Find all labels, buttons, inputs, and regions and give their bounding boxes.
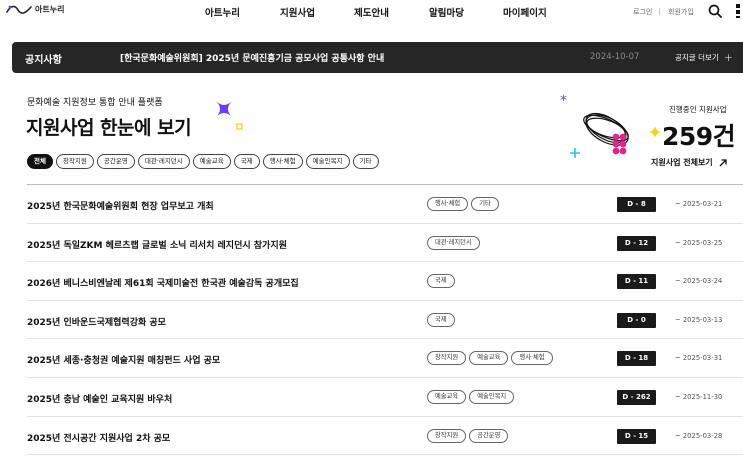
notice-date: 2024-10-07 (590, 52, 640, 62)
program-title[interactable]: 2025년 인바운드국제협력강화 공모 (27, 315, 166, 328)
chip-welfare[interactable]: 예술인복지 (305, 154, 350, 169)
stats-label: 진행중인 지원사업 (669, 105, 727, 114)
tag: 예술교육 (427, 389, 467, 404)
dday-badge: D - 262 (617, 389, 656, 405)
top-navigation: 아트누리 아트누리 지원사업 제도안내 알림마당 마이페이지 로그인 회원가입 (0, 0, 743, 24)
program-title[interactable]: 2025년 한국문화예술위원회 현장 업무보고 개최 (27, 199, 214, 212)
arrow-up-right-icon (719, 158, 727, 166)
dday-badge: D - 8 (617, 197, 656, 212)
tag: 창작지원 (427, 428, 467, 443)
logo-icon (6, 5, 32, 14)
program-title[interactable]: 2025년 독일ZKM 헤르츠랩 글로벌 소닉 리서치 레지던시 참가지원 (27, 238, 287, 251)
tag: 예술인복지 (469, 389, 515, 404)
search-icon[interactable] (708, 4, 722, 18)
hero-subtitle: 문화예술 지원정보 통합 안내 플랫폼 (27, 98, 163, 108)
login-link[interactable]: 로그인 (633, 7, 652, 17)
program-title[interactable]: 2025년 충남 예술인 교육지원 바우처 (27, 392, 172, 405)
chip-residency[interactable]: 대관·레지던시 (137, 154, 190, 169)
tag: 국제 (427, 274, 455, 289)
list-item[interactable]: 2025년 충남 예술인 교육지원 바우처 예술교육 예술인복지 D - 262… (27, 378, 743, 417)
end-date: ~ 2025-03-25 (675, 238, 723, 247)
util-divider (659, 8, 660, 15)
page-title: 지원사업 한눈에 보기 (26, 117, 192, 139)
chip-creation[interactable]: 창작지원 (55, 154, 94, 169)
square-decoration-icon (236, 123, 243, 130)
list-item[interactable]: 2025년 세종·충청권 예술지원 매칭펀드 사업 공모 창작지원 예술교육 행… (27, 339, 743, 378)
dday-badge: D - 0 (617, 312, 656, 328)
list-item[interactable]: 2025년 한국문화예술위원회 현장 업무보고 개최 행사·체험 기타 D - … (27, 185, 743, 224)
notice-more-label: 공지글 더보기 (675, 53, 719, 62)
tag-group: 창작지원 예술교육 행사·체험 (427, 351, 553, 366)
dday-badge: D - 18 (617, 351, 656, 367)
program-title[interactable]: 2025년 전시공간 지원사업 2차 공모 (27, 431, 170, 444)
category-filter: 전체 창작지원 공간운영 대관·레지던시 예술교육 국제 행사·체험 예술인복지… (27, 154, 379, 169)
end-date: ~ 2025-03-28 (675, 431, 723, 440)
notice-bar: 공지사항 [한국문화예술위원회] 2025년 문예진흥기금 공모사업 공통사항 … (12, 42, 743, 73)
tag: 기타 (471, 197, 499, 211)
chip-international[interactable]: 국제 (233, 154, 260, 169)
notice-headline[interactable]: [한국문화예술위원회] 2025년 문예진흥기금 공모사업 공통사항 안내 (120, 51, 384, 64)
tag: 행사·체험 (427, 197, 469, 211)
notice-label: 공지사항 (25, 55, 62, 66)
tag-group: 예술교육 예술인복지 (427, 389, 515, 404)
tag: 예술교육 (469, 351, 509, 366)
program-list: 2025년 한국문화예술위원회 현장 업무보고 개최 행사·체험 기타 D - … (27, 184, 743, 456)
tag: 대관·레지던시 (427, 235, 480, 250)
list-item[interactable]: 2025년 독일ZKM 헤르츠랩 글로벌 소닉 리서치 레지던시 참가지원 대관… (27, 224, 743, 263)
menu-item-notice[interactable]: 알림마당 (429, 5, 464, 19)
list-item[interactable]: 2025년 인바운드국제협력강화 공모 국제 D - 0 ~ 2025-03-1… (27, 301, 743, 340)
tag: 창작지원 (427, 351, 467, 366)
list-item[interactable]: 2026년 베니스비엔날레 제61회 국제미술전 한국관 예술감독 공개모집 국… (27, 262, 743, 301)
sparkle-decoration-icon (216, 101, 232, 117)
end-date: ~ 2025-03-24 (675, 277, 723, 286)
chip-all[interactable]: 전체 (27, 154, 53, 169)
tag-group: 창작지원 공간운영 (427, 428, 509, 443)
tag: 행사·체험 (511, 351, 553, 366)
menu-item-artnuri[interactable]: 아트누리 (205, 5, 240, 19)
logo-text: 아트누리 (35, 4, 65, 14)
end-date: ~ 2025-11-30 (675, 392, 723, 401)
plus-icon: + (723, 51, 734, 64)
more-menu-icon[interactable] (736, 4, 743, 18)
tag-group: 국제 (427, 312, 455, 327)
dday-badge: D - 15 (617, 428, 656, 444)
site-logo[interactable]: 아트누리 (6, 3, 64, 15)
dday-badge: D - 11 (617, 274, 656, 290)
tag-group: 행사·체험 기타 (427, 197, 499, 211)
notice-more-link[interactable]: 공지글 더보기 + (675, 52, 733, 63)
signup-link[interactable]: 회원가입 (668, 7, 694, 17)
end-date: ~ 2025-03-31 (675, 354, 723, 363)
list-item[interactable]: 2025년 전시공간 지원사업 2차 공모 창작지원 공간운영 D - 15 ~… (27, 417, 743, 456)
menu-item-mypage[interactable]: 마이페이지 (503, 5, 547, 19)
stats-count: 259건 (662, 122, 736, 151)
menu-item-system[interactable]: 제도안내 (354, 5, 389, 19)
tag: 국제 (427, 312, 455, 327)
svg-text:*: * (560, 93, 567, 109)
program-title[interactable]: 2025년 세종·충청권 예술지원 매칭펀드 사업 공모 (27, 353, 220, 366)
tag-group: 대관·레지던시 (427, 235, 480, 250)
chip-space[interactable]: 공간운영 (96, 154, 135, 169)
menu-item-support[interactable]: 지원사업 (280, 5, 315, 19)
chip-event[interactable]: 행사·체험 (262, 154, 303, 169)
dday-badge: D - 12 (617, 235, 656, 251)
tag-group: 국제 (427, 274, 455, 289)
tag: 공간운영 (469, 428, 509, 443)
chip-etc[interactable]: 기타 (352, 154, 379, 169)
end-date: ~ 2025-03-21 (675, 200, 723, 208)
view-all-label: 지원사업 전체보기 (651, 158, 713, 167)
chip-education[interactable]: 예술교육 (192, 154, 231, 169)
program-title[interactable]: 2026년 베니스비엔날레 제61회 국제미술전 한국관 예술감독 공개모집 (27, 276, 299, 289)
view-all-link[interactable]: 지원사업 전체보기 (651, 157, 727, 168)
end-date: ~ 2025-03-13 (675, 315, 723, 324)
